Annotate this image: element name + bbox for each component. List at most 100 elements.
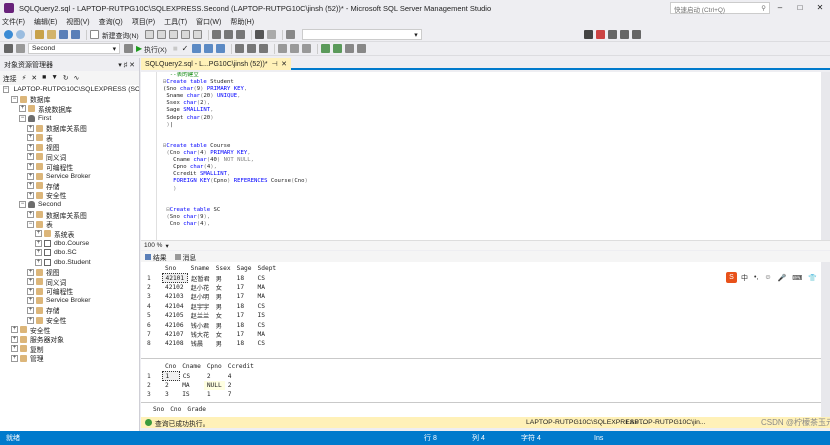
- code-line[interactable]: Sage SMALLINT,: [163, 107, 821, 114]
- grid-cell[interactable]: 18: [234, 320, 255, 329]
- collapse-icon[interactable]: −: [19, 201, 26, 209]
- grid-cell[interactable]: 2: [162, 381, 179, 390]
- filter-icon[interactable]: ▼: [51, 74, 58, 81]
- code-line[interactable]: )|: [163, 122, 821, 129]
- grid-cell[interactable]: 42107: [162, 330, 188, 339]
- grid-cell[interactable]: 赵暂君: [188, 273, 213, 283]
- row-header-corner[interactable]: [144, 362, 162, 372]
- tree-node[interactable]: + 视图: [0, 267, 139, 277]
- estimated-plan-icon[interactable]: [192, 44, 202, 53]
- column-header[interactable]: Grade: [184, 405, 210, 415]
- execute-button[interactable]: 执行(X): [144, 44, 167, 54]
- code-line[interactable]: Cname char(40) NOT NULL,: [163, 157, 821, 164]
- object-explorer-icon[interactable]: [619, 30, 629, 39]
- row-number[interactable]: 2: [144, 283, 162, 292]
- table-row[interactable]: 3 3 IS 1 7: [144, 390, 257, 399]
- code-line[interactable]: ): [163, 186, 821, 193]
- code-line[interactable]: [163, 193, 821, 200]
- grid-cell[interactable]: 17: [234, 330, 255, 339]
- code-line[interactable]: Cno char(4),: [163, 221, 821, 228]
- quick-launch-input[interactable]: 快速启动 (Ctrl+Q) ⚲: [670, 2, 770, 14]
- expand-icon[interactable]: +: [27, 287, 34, 295]
- grid-cell[interactable]: 男: [213, 320, 234, 330]
- tree-node[interactable]: + dbo.Course: [0, 239, 139, 249]
- row-number[interactable]: 7: [144, 330, 162, 339]
- expand-icon[interactable]: +: [27, 143, 34, 151]
- grid-splitter[interactable]: [141, 402, 821, 403]
- minimize-button[interactable]: –: [770, 0, 790, 16]
- connect-plug-icon[interactable]: ⚡: [22, 74, 27, 82]
- available-databases-select[interactable]: Second ▾: [28, 43, 120, 54]
- grid-cell[interactable]: 18: [234, 339, 255, 348]
- table-row[interactable]: 2 42102 赵小花女 17 MA: [144, 283, 279, 292]
- template-explorer-icon[interactable]: [631, 30, 641, 39]
- code-line[interactable]: [163, 129, 821, 136]
- tree-node[interactable]: + 系统表: [0, 229, 139, 239]
- increase-indent-icon[interactable]: [357, 44, 367, 53]
- results-to-grid-icon[interactable]: [290, 44, 300, 53]
- code-line[interactable]: Sname char(20) UNIQUE,: [163, 93, 821, 100]
- table-row[interactable]: 3 42103 赵小明男 17 MA: [144, 292, 279, 301]
- expand-icon[interactable]: +: [27, 278, 34, 286]
- grid-cell[interactable]: CS: [255, 320, 280, 329]
- expand-icon[interactable]: +: [27, 124, 34, 132]
- row-number[interactable]: 4: [144, 302, 162, 311]
- student-results-grid[interactable]: Sno Sname Ssex Sage Sdept 1 42101 赵暂君男 18 CS 2 4210…: [144, 264, 280, 349]
- grid-cell[interactable]: 钱晨: [188, 339, 213, 348]
- save-icon[interactable]: [59, 30, 68, 39]
- menu-item[interactable]: 窗口(W): [196, 17, 221, 27]
- row-number[interactable]: 3: [144, 390, 162, 399]
- column-header[interactable]: Ccredit: [224, 362, 257, 372]
- tree-node[interactable]: − 数据库: [0, 95, 139, 104]
- grid-cell[interactable]: 男: [213, 273, 234, 283]
- grid-cell[interactable]: 赵小明: [188, 292, 213, 301]
- wrench-icon[interactable]: [595, 30, 605, 39]
- search-combo[interactable]: ▾: [301, 29, 422, 40]
- ime-item[interactable]: •,: [754, 274, 758, 281]
- close-button[interactable]: ✕: [810, 0, 830, 16]
- panel-pin-close-buttons[interactable]: ▾ ♯ ✕: [118, 61, 135, 69]
- grid-cell[interactable]: 男: [213, 292, 234, 301]
- menu-item[interactable]: 工具(T): [164, 17, 187, 27]
- expand-icon[interactable]: +: [35, 239, 42, 247]
- grid-cell[interactable]: CS: [179, 371, 204, 380]
- row-number[interactable]: 6: [144, 320, 162, 329]
- grid-cell[interactable]: CS: [255, 302, 280, 311]
- grid-cell[interactable]: MA: [255, 330, 280, 339]
- ime-item[interactable]: 🎤: [778, 274, 787, 282]
- grid-cell[interactable]: 17: [234, 311, 255, 320]
- collapse-icon[interactable]: −: [19, 115, 26, 123]
- code-line[interactable]: Cpno char(4),: [163, 164, 821, 171]
- grid-cell[interactable]: 男: [213, 302, 234, 311]
- redo-icon[interactable]: [266, 30, 276, 39]
- zoom-level[interactable]: 100 %: [144, 242, 162, 249]
- query-editor[interactable]: --表的建立 ⊟Create table Student (Sno char(9) …: [141, 72, 821, 240]
- query-designer-icon[interactable]: [204, 44, 214, 53]
- table-row[interactable]: 4 42104 赵宇宇男 18 CS: [144, 302, 279, 311]
- tree-node[interactable]: + 可编程性: [0, 162, 139, 172]
- menu-item[interactable]: 编辑(E): [34, 17, 57, 27]
- tree-node[interactable]: + 存储: [0, 306, 139, 315]
- properties-icon[interactable]: [572, 30, 581, 39]
- code-line[interactable]: Ccredit SMALLINT,: [163, 171, 821, 178]
- column-header[interactable]: Cno: [162, 362, 180, 372]
- analysis-query-icon[interactable]: [156, 30, 166, 39]
- code-line[interactable]: (Sno char(9) PRIMARY KEY,: [163, 86, 821, 93]
- dmx-query-icon[interactable]: [180, 30, 190, 39]
- expand-icon[interactable]: +: [19, 105, 26, 113]
- tab-messages[interactable]: 消息: [174, 252, 196, 262]
- tree-node[interactable]: − Second: [0, 200, 139, 210]
- column-header[interactable]: Sdept: [254, 264, 280, 274]
- xmla-query-icon[interactable]: [192, 30, 202, 39]
- grid-cell[interactable]: 42103: [162, 292, 188, 301]
- code-line[interactable]: Sdept char(20): [163, 115, 821, 122]
- tree-node[interactable]: + 数据库关系图: [0, 210, 139, 220]
- tab-results[interactable]: 结果: [145, 252, 167, 262]
- ime-toolbar[interactable]: S 中•,☺🎤⌨👕⊞: [726, 272, 821, 283]
- expand-icon[interactable]: +: [27, 153, 34, 161]
- menu-item[interactable]: 文件(F): [2, 17, 25, 27]
- expand-icon[interactable]: +: [27, 134, 34, 142]
- column-header[interactable]: Cname: [179, 362, 204, 372]
- code-line[interactable]: ⊟Create table SC: [163, 207, 821, 214]
- tree-node[interactable]: + Service Broker: [0, 296, 139, 306]
